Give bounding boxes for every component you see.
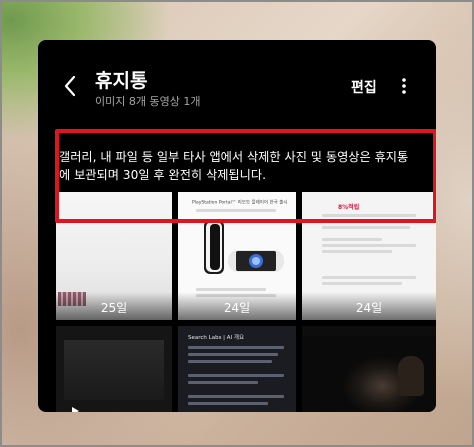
days-remaining: 24일 (178, 292, 296, 320)
item-count: 이미지 8개 동영상 1개 (95, 95, 201, 108)
play-icon (72, 407, 79, 412)
chevron-left-icon (64, 75, 76, 97)
more-options-button[interactable] (394, 74, 414, 98)
thumbnail-line (322, 250, 392, 253)
thumbnail-line (188, 395, 284, 398)
thumbnail-line (322, 276, 416, 279)
trash-item[interactable] (302, 326, 436, 412)
days-remaining: 25일 (56, 292, 172, 320)
thumbnail-line (322, 244, 416, 247)
trash-item[interactable] (56, 326, 172, 412)
thumbnail-line (188, 381, 258, 384)
phone-screen: 휴지통 이미지 8개 동영상 1개 편집 갤러리, 내 파일 등 일부 타사 앱… (38, 40, 436, 412)
thumbnail-line (188, 360, 272, 363)
trash-item[interactable]: PlayStation Portal™ 리모트 플레이어 한국 출시 24일 (178, 192, 296, 320)
thumbnail-line (188, 402, 268, 405)
thumbnail-line (322, 238, 382, 241)
back-button[interactable] (58, 74, 82, 98)
thumbnail-header: Search Labs | AI 개요 (188, 335, 245, 341)
thumbnail-heading: PlayStation Portal™ 리모트 플레이어 한국 출시 (192, 199, 288, 206)
more-vertical-icon (402, 78, 406, 94)
edit-button[interactable]: 편집 (351, 77, 377, 97)
thumbnail-line (196, 288, 266, 291)
trash-grid: 25일 PlayStation Portal™ 리모트 플레이어 한국 출시 2… (56, 192, 436, 412)
trash-item[interactable]: Search Labs | AI 개요 (178, 326, 296, 412)
page-title: 휴지통 (95, 70, 148, 92)
trash-item[interactable]: 25일 (56, 192, 172, 320)
thumbnail-line (188, 353, 278, 356)
trash-item[interactable]: 8%적립 24일 (302, 192, 436, 320)
thumbnail-badge: 8%적립 (338, 204, 360, 211)
days-remaining: 24일 (302, 292, 436, 320)
thumbnail-line (188, 346, 284, 349)
thumbnail-image (64, 340, 164, 400)
trash-notice: 갤러리, 내 파일 등 일부 타사 앱에서 삭제한 사진 및 동영상은 휴지통에… (59, 150, 409, 182)
app-header: 휴지통 이미지 8개 동영상 1개 편집 (38, 40, 436, 120)
thumbnail-image (398, 356, 424, 396)
playstation-portal-image (204, 220, 284, 274)
thumbnail-line (322, 226, 410, 229)
thumbnail-line (196, 209, 276, 212)
thumbnail-line (322, 220, 402, 223)
thumbnail-line (188, 374, 284, 377)
thumbnail-line (322, 282, 402, 285)
thumbnail-line (322, 214, 416, 217)
